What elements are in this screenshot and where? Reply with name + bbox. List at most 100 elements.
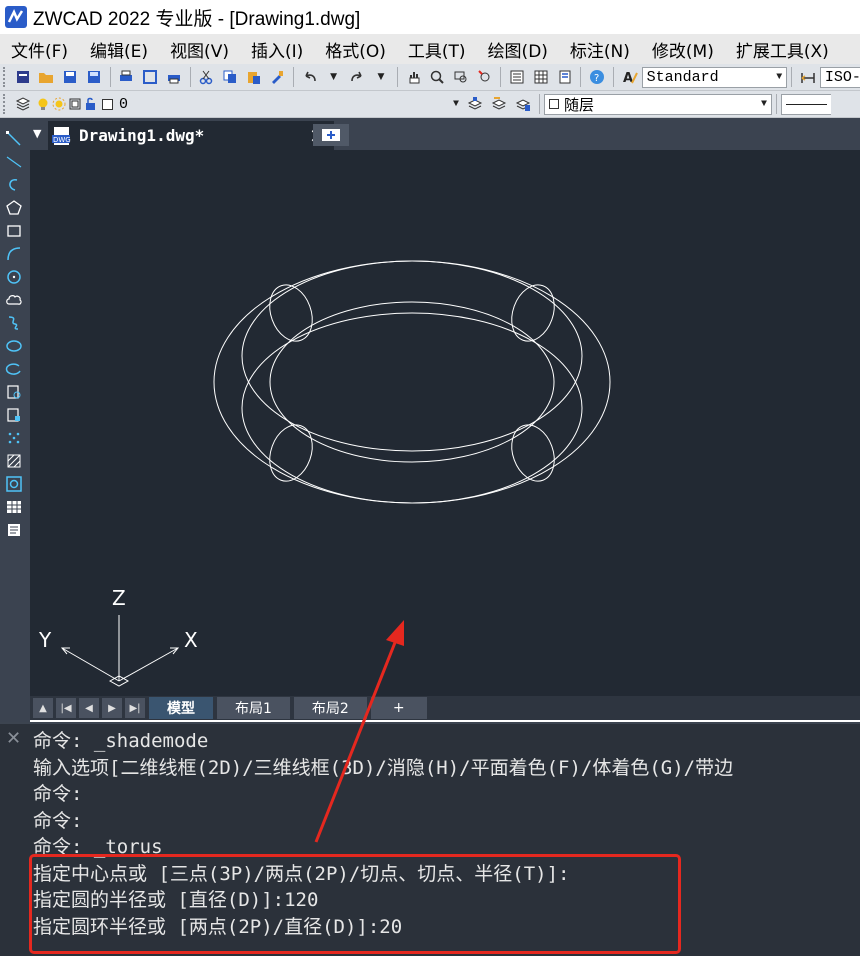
text-style-select[interactable]: Standard ▼ [641,66,788,88]
new-file-icon[interactable] [13,67,33,87]
make-object-layer-current-icon[interactable] [465,94,485,114]
ellipse-arc-icon[interactable] [3,358,25,380]
undo-dropdown-icon[interactable]: ▼ [324,67,344,87]
zoom-window-icon[interactable] [451,67,471,87]
paste-icon[interactable] [244,67,264,87]
menu-tools[interactable]: 工具(T) [397,37,477,62]
document-tab-bar: ▼ DWG Drawing1.dwg* ✕ [30,118,860,150]
new-tab-icon [322,129,340,141]
menu-draw[interactable]: 绘图(D) [477,37,559,62]
properties-icon[interactable] [507,67,527,87]
redo-dropdown-icon[interactable]: ▼ [371,67,391,87]
toolbar-grip[interactable] [3,67,7,87]
menu-modify[interactable]: 修改(M) [641,37,725,62]
menu-edit[interactable]: 编辑(E) [79,37,159,62]
menu-format[interactable]: 格式(O) [314,37,397,62]
point-icon[interactable] [3,427,25,449]
new-document-tab-button[interactable] [313,124,349,146]
menu-dimension[interactable]: 标注(N) [559,37,641,62]
construction-line-icon[interactable] [3,151,25,173]
region-icon[interactable] [3,473,25,495]
tab-drawing1[interactable]: DWG Drawing1.dwg* ✕ [48,121,334,150]
layer-select[interactable]: 0 ▼ [115,94,463,115]
menu-insert[interactable]: 插入(I) [240,37,314,62]
app-logo-icon [5,6,27,28]
layout-scroll-up-icon[interactable]: ▲ [33,698,53,718]
layout-tab-bar: ▲ |◀ ◀ ▶ ▶| 模型 布局1 布局2 + [30,696,860,720]
copy-icon[interactable] [220,67,240,87]
text-style-icon[interactable]: A [620,67,640,87]
linetype-control-select[interactable] [781,93,831,115]
color-control-select[interactable]: 随层 ▼ [544,93,772,115]
ellipse-icon[interactable] [3,335,25,357]
layer-viewport-icon[interactable] [68,94,82,114]
layout-next-icon[interactable]: ▶ [102,698,122,718]
pan-hand-icon[interactable] [404,67,424,87]
revision-cloud-icon[interactable] [3,289,25,311]
tab-layout2[interactable]: 布局2 [293,697,367,719]
ucs-x-axis [118,647,179,682]
spline-icon[interactable] [3,312,25,334]
insert-block-icon[interactable] [3,381,25,403]
help-icon[interactable]: ? [587,67,607,87]
print-preview-icon[interactable] [140,67,160,87]
drawing-canvas[interactable]: Z X Y [30,150,860,696]
toolbar-separator [189,67,191,87]
table-icon[interactable] [3,496,25,518]
polyline-icon[interactable] [3,174,25,196]
toolbar-grip[interactable] [3,94,7,114]
tab-model[interactable]: 模型 [149,697,213,719]
layer-previous-icon[interactable] [489,94,509,114]
layer-manager-icon[interactable] [13,94,33,114]
toolbar-separator [539,94,540,114]
redo-icon[interactable] [347,67,367,87]
layout-first-icon[interactable]: |◀ [56,698,76,718]
tab-layout1[interactable]: 布局1 [217,697,290,719]
layer-unlock-icon[interactable] [84,94,98,114]
toolbar-separator [791,67,793,87]
title-bar: ZWCAD 2022 专业版 - [Drawing1.dwg] [0,0,860,34]
cut-icon[interactable] [197,67,217,87]
chevron-down-icon: ▼ [760,98,767,110]
command-line: 输入选项[二维线框(2D)/三维线框(3D)/消隐(H)/平面着色(F)/体着色… [33,756,734,779]
design-center-icon[interactable] [531,67,551,87]
print-icon[interactable] [117,67,137,87]
zoom-previous-icon[interactable] [475,67,495,87]
layout-prev-icon[interactable]: ◀ [79,698,99,718]
plot-icon[interactable] [164,67,184,87]
toolbar-separator [109,67,111,87]
layout-last-icon[interactable]: ▶| [125,698,145,718]
hatch-icon[interactable] [3,450,25,472]
polygon-icon[interactable] [3,197,25,219]
menu-view[interactable]: 视图(V) [159,37,240,62]
tool-palettes-icon[interactable] [555,67,575,87]
axis-label-z: Z [112,586,126,610]
add-layout-button[interactable]: + [370,697,427,719]
rectangle-icon[interactable] [3,220,25,242]
layer-thaw-sun-icon[interactable] [52,94,66,114]
multiline-text-icon[interactable] [3,519,25,541]
save-icon[interactable] [60,67,80,87]
dimension-style-icon[interactable] [798,67,818,87]
toolbar-separator [580,67,582,87]
layer-on-bulb-icon[interactable] [36,94,50,114]
save-as-icon[interactable] [84,67,104,87]
open-folder-icon[interactable] [37,67,57,87]
tab-list-dropdown-icon[interactable]: ▼ [33,127,41,140]
circle-icon[interactable] [3,266,25,288]
layer-color-swatch-icon[interactable] [101,94,113,114]
menu-file[interactable]: 文件(F) [0,37,79,62]
match-properties-icon[interactable] [268,67,288,87]
line-tool-icon[interactable] [3,128,25,150]
close-command-window-icon[interactable]: ✕ [6,728,21,749]
torus-outer-ellipse [213,260,611,504]
make-block-icon[interactable] [3,404,25,426]
menu-express-tools[interactable]: 扩展工具(X) [725,37,840,62]
dimension-style-select[interactable]: ISO- [819,66,860,88]
dimension-style-value: ISO- [824,68,860,86]
arc-icon[interactable] [3,243,25,265]
zoom-realtime-icon[interactable] [427,67,447,87]
command-line: 命令: [33,783,83,805]
layer-state-icon[interactable] [513,94,533,114]
undo-icon[interactable] [300,67,320,87]
